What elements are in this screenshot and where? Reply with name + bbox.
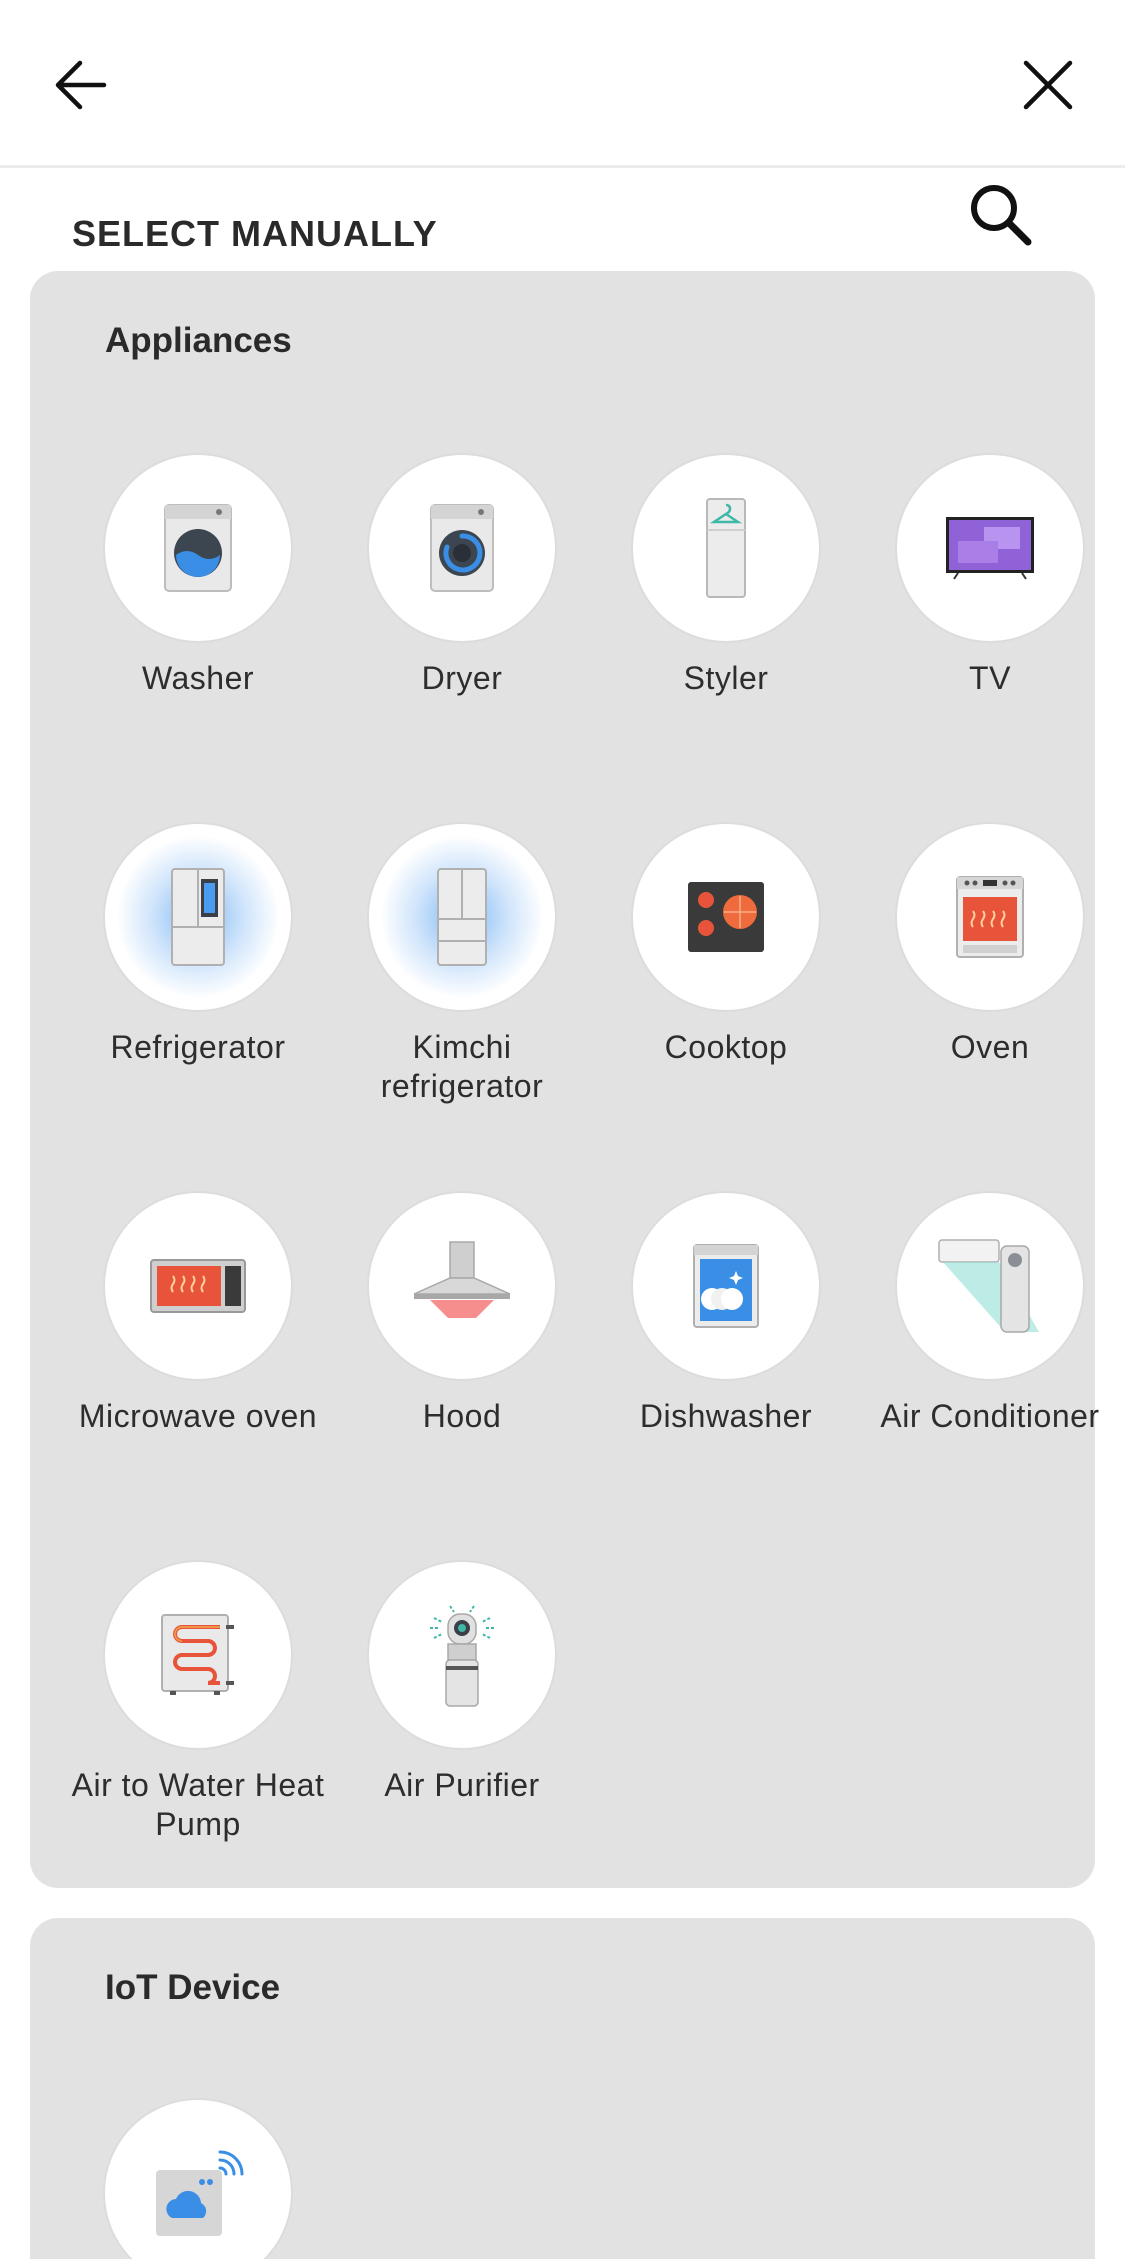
appliances-title: Appliances [105,321,292,360]
device-label: Washer [141,660,255,696]
close-icon [1023,60,1073,110]
device-label: Dryer [421,660,503,696]
device-icon-circle [897,824,1083,1010]
device-label: Cooktop [664,1029,788,1065]
cooktop-icon [688,882,764,952]
device-iot[interactable] [66,2100,330,2259]
washer-icon [164,504,232,592]
device-label: Air to Water Heat Pump [71,1767,325,1842]
device-icon-circle [369,1193,555,1379]
back-button[interactable] [35,40,125,130]
device-label: Air Conditioner [880,1398,1100,1434]
oven-icon [956,876,1024,958]
device-dryer[interactable]: Dryer [330,455,594,698]
device-icon-circle [369,455,555,641]
close-button[interactable] [1003,40,1093,130]
device-air-purifier[interactable]: Air Purifier [330,1562,594,1805]
tv-icon [946,517,1034,580]
search-button[interactable] [962,176,1037,251]
air-purifier-icon [430,1605,494,1707]
device-kimchi-refrigerator[interactable]: Kimchi refrigerator [330,824,594,1106]
device-microwave-oven[interactable]: Microwave oven [66,1193,330,1436]
arrow-left-icon [55,60,107,110]
device-label: Oven [950,1029,1030,1065]
select-manually-title: SELECT MANUALLY [72,213,438,254]
device-hood[interactable]: Hood [330,1193,594,1436]
device-icon-circle [633,1193,819,1379]
device-icon-circle [105,455,291,641]
device-label: Hood [422,1398,502,1434]
top-nav-bar [0,0,1125,168]
device-icon-circle [105,2100,291,2259]
device-icon-circle [105,824,291,1010]
refrigerator-icon [171,868,225,966]
device-icon-circle [897,1193,1083,1379]
device-icon-circle [633,455,819,641]
device-refrigerator[interactable]: Refrigerator [66,824,330,1067]
air-conditioner-icon [938,1239,1039,1333]
device-dishwasher[interactable]: Dishwasher [594,1193,858,1436]
device-washer[interactable]: Washer [66,455,330,698]
iot-device-card: IoT Device [30,1918,1095,2259]
device-label: Styler [683,660,769,696]
styler-icon [706,498,746,598]
iot-cloud-icon [156,2150,244,2236]
device-icon-circle [369,1562,555,1748]
device-icon-circle [897,455,1083,641]
device-label: Dishwasher [639,1398,813,1434]
microwave-icon [150,1259,246,1313]
add-device-screen: SELECT MANUALLY Appliances Washer Dryer … [0,0,1125,2259]
device-label: Microwave oven [78,1398,318,1434]
device-icon-circle [369,824,555,1010]
device-icon-circle [105,1193,291,1379]
dishwasher-icon [693,1244,759,1328]
dryer-icon [430,504,494,592]
device-cooktop[interactable]: Cooktop [594,824,858,1067]
device-icon-circle [633,824,819,1010]
device-tv[interactable]: TV [858,455,1122,698]
heat-pump-icon [161,1614,234,1695]
device-air-to-water-heat-pump[interactable]: Air to Water Heat Pump [66,1562,330,1844]
appliances-card: Appliances Washer Dryer Styler TV Refrig… [30,271,1099,1888]
device-icon-circle [105,1562,291,1748]
device-label: Refrigerator [110,1029,286,1065]
device-label: Air Purifier [384,1767,540,1803]
search-icon [970,184,1031,245]
hood-icon [413,1241,511,1318]
select-manually-header: SELECT MANUALLY [0,171,1125,271]
device-label: Kimchi refrigerator [380,1029,544,1104]
device-styler[interactable]: Styler [594,455,858,698]
device-air-conditioner[interactable]: Air Conditioner [858,1193,1122,1436]
device-oven[interactable]: Oven [858,824,1122,1067]
kimchi-refrigerator-icon [437,868,487,966]
iot-device-title: IoT Device [105,1968,281,2007]
device-label: TV [969,660,1011,696]
